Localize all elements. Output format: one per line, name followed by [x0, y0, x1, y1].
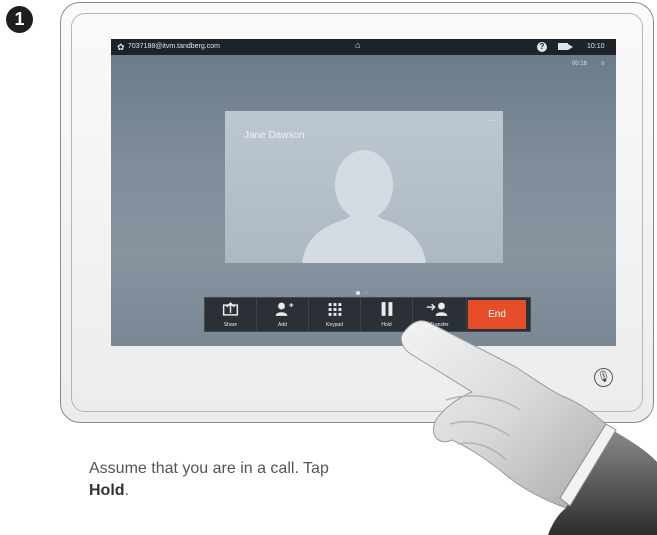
instruction-caption: Assume that you are in a call. Tap Hold. [89, 458, 349, 502]
pointing-hand-illustration [400, 320, 657, 535]
caption-bold-action: Hold [89, 482, 125, 499]
caption-text: Assume that you are in a call. Tap [89, 460, 329, 477]
caption-period: . [124, 482, 129, 499]
